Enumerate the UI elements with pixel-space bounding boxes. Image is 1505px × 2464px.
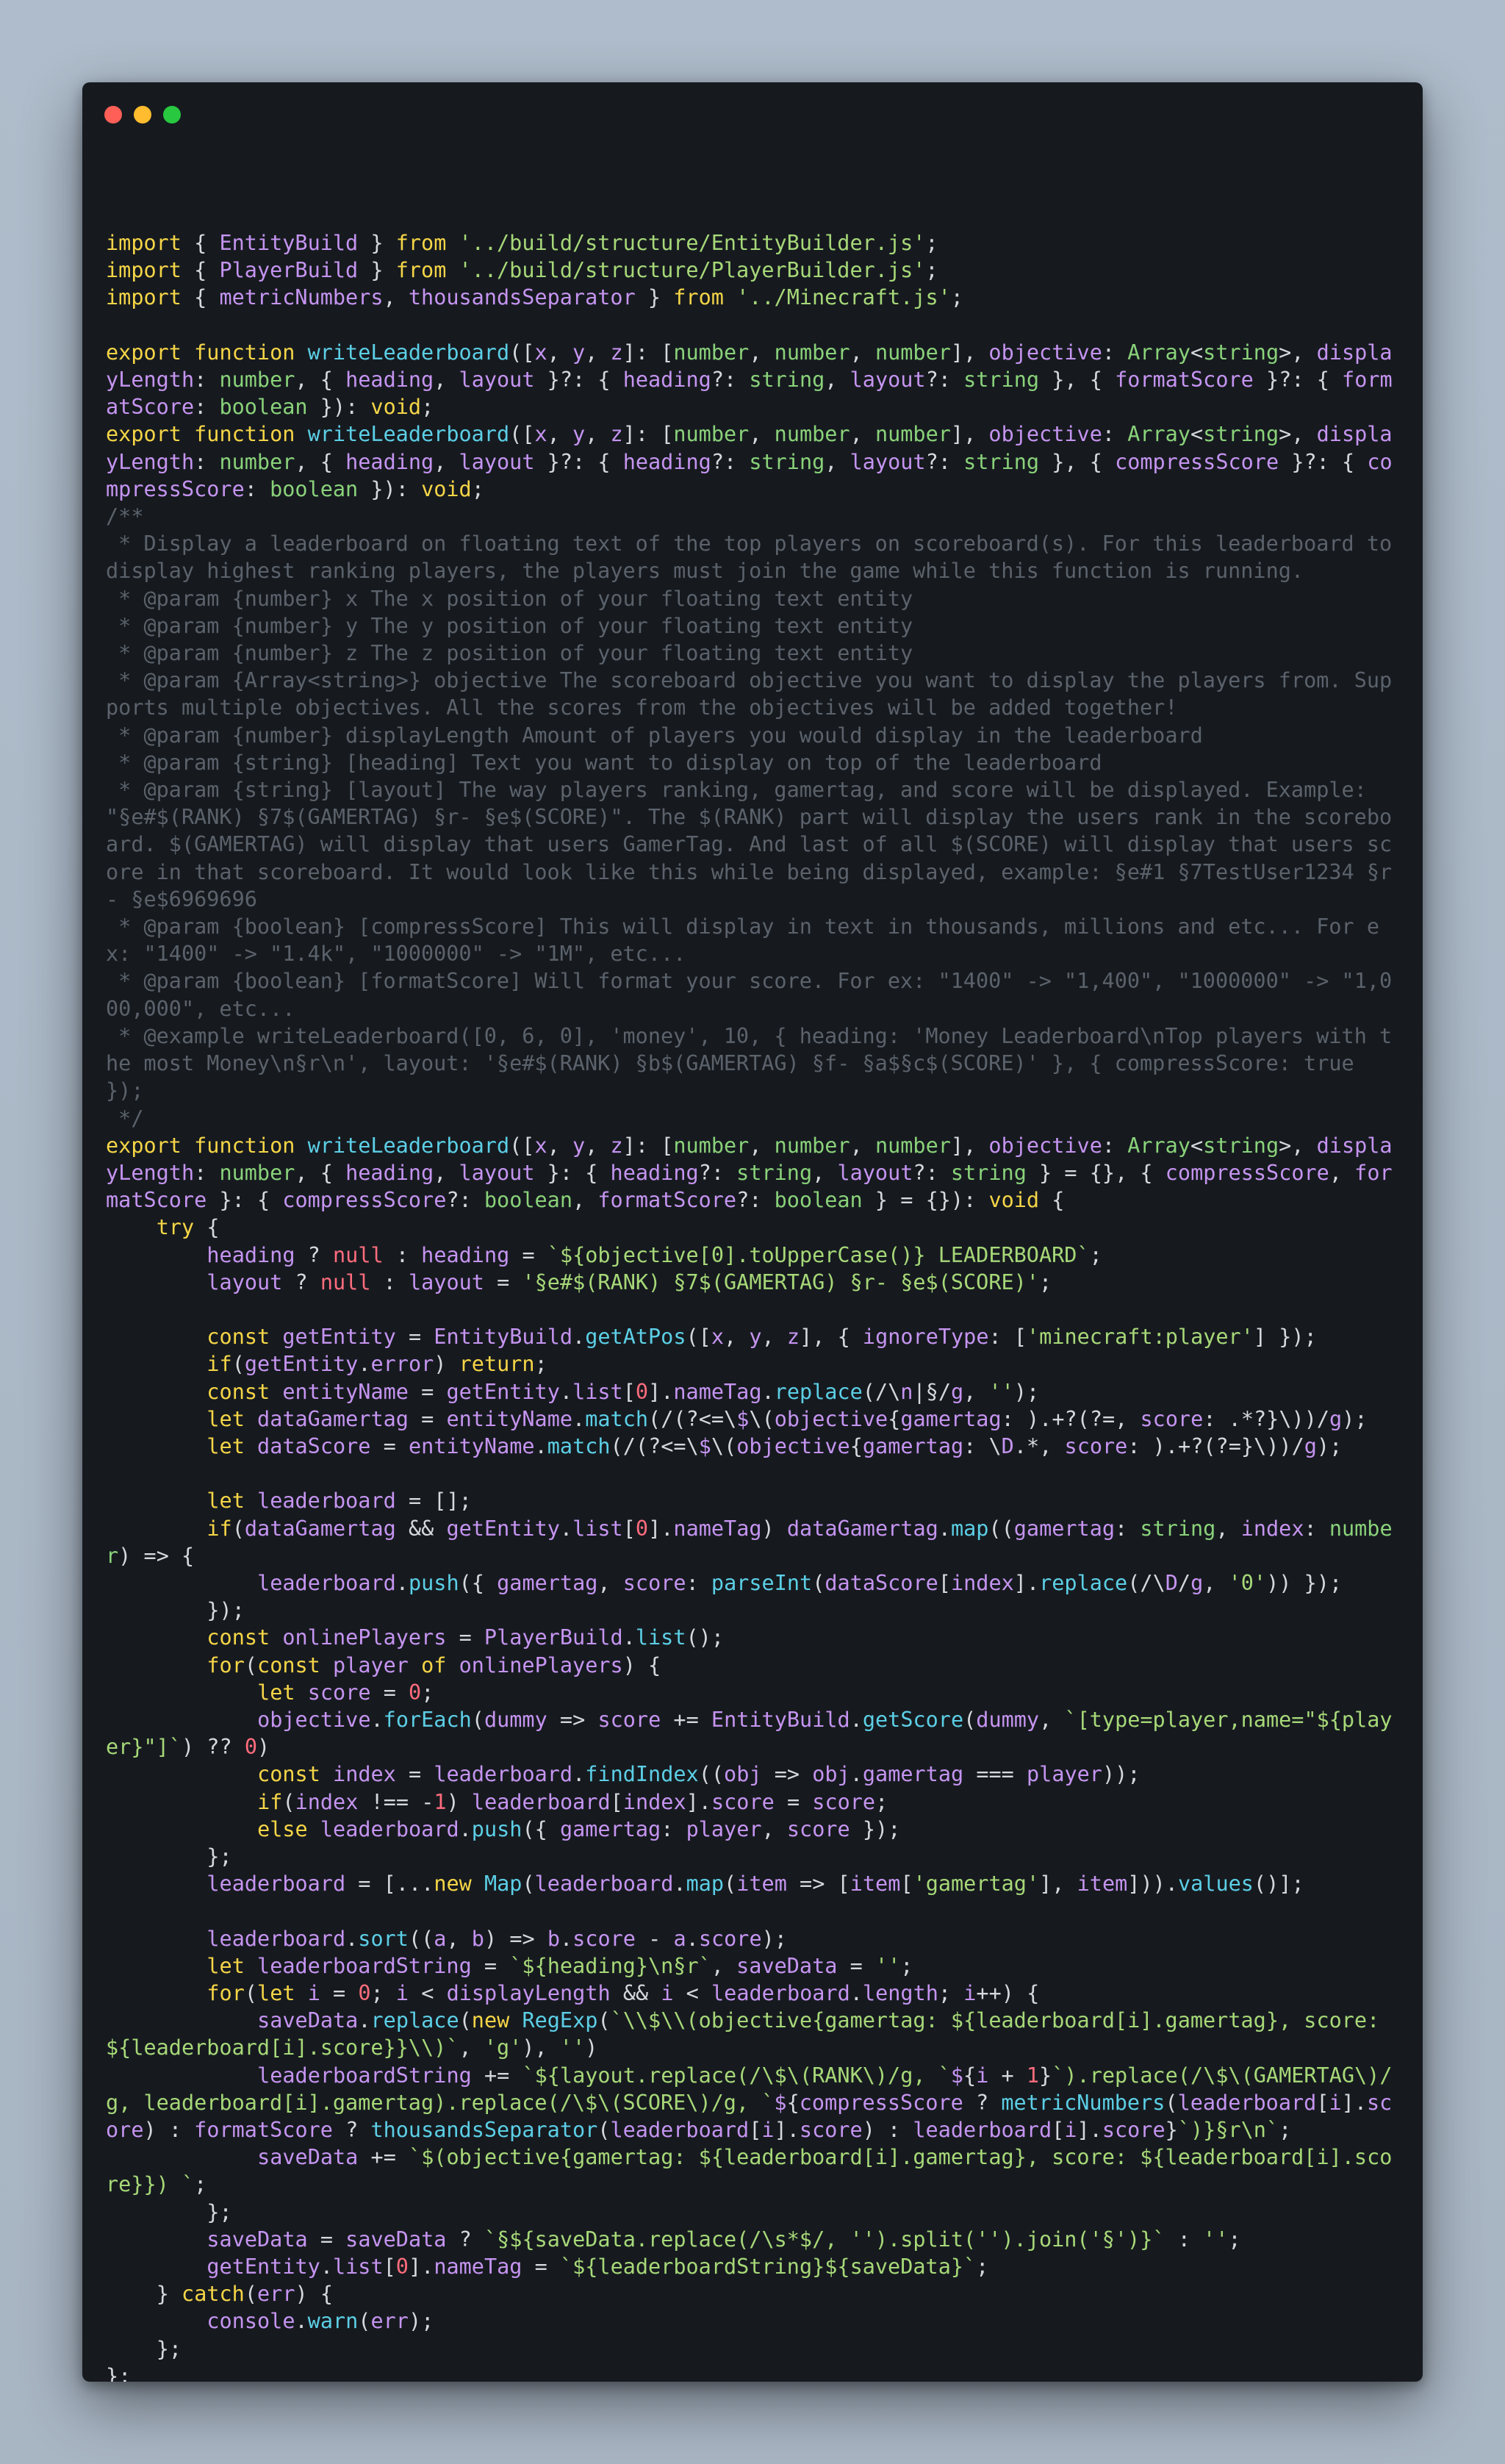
code-line: * @param {string} [layout] The way playe… <box>106 778 1393 912</box>
code-line: }; <box>106 2363 132 2382</box>
code-line: import { EntityBuild } from '../build/st… <box>106 231 938 255</box>
code-line: let dataGamertag = entityName.match(/(?<… <box>206 1406 1368 1431</box>
code-line: const index = leaderboard.findIndex((obj… <box>257 1762 1141 1787</box>
code-line: }; <box>206 2199 232 2224</box>
code-line: leaderboard.sort((a, b) => b.score - a.s… <box>206 1926 787 1951</box>
code-line: * @param {number} y The y position of yo… <box>106 613 913 638</box>
code-line: for(const player of onlinePlayers) { <box>206 1652 661 1677</box>
code-line: * @example writeLeaderboard([0, 6, 0], '… <box>106 1023 1393 1103</box>
code-line: * @param {string} [heading] Text you wan… <box>106 750 1102 775</box>
code-line: if(getEntity.error) return; <box>206 1352 547 1377</box>
code-line: leaderboard = [...new Map(leaderboard.ma… <box>206 1872 1304 1897</box>
code-line: const onlinePlayers = PlayerBuild.list()… <box>206 1625 724 1650</box>
code-line: getEntity.list[0].nameTag = `${leaderboa… <box>206 2255 989 2279</box>
code-line: try { <box>156 1215 220 1240</box>
code-line: else leaderboard.push({ gamertag: player… <box>257 1816 901 1841</box>
code-line: for(let i = 0; i < displayLength && i < … <box>206 1981 1040 2005</box>
code-line: }); <box>206 1598 245 1623</box>
code-line: heading ? null : heading = `${objective[… <box>206 1242 1102 1267</box>
code-line: * @param {number} z The z position of yo… <box>106 641 913 666</box>
code-line: import { PlayerBuild } from '../build/st… <box>106 258 938 283</box>
code-line: * @param {Array<string>} objective The s… <box>106 668 1393 720</box>
code-line: } catch(err) { <box>156 2282 333 2307</box>
code-line: saveData.replace(new RegExp(`\\$\\(objec… <box>106 2008 1393 2060</box>
code-line: objective.forEach(dummy => score += Enti… <box>106 1707 1393 1760</box>
code-line: * Display a leaderboard on floating text… <box>106 531 1405 584</box>
code-line: leaderboardString += `${layout.replace(/… <box>106 2063 1393 2143</box>
code-line: export function writeLeaderboard([x, y, … <box>106 422 1393 501</box>
code-line: }; <box>156 2336 182 2361</box>
code-line: */ <box>106 1106 144 1131</box>
code-line: /** <box>106 504 144 529</box>
code-line: export function writeLeaderboard([x, y, … <box>106 1133 1393 1213</box>
code-window: import { EntityBuild } from '../build/st… <box>82 82 1423 2382</box>
code-line: let leaderboard = []; <box>206 1489 472 1514</box>
code-line: const entityName = getEntity.list[0].nam… <box>206 1379 1040 1404</box>
code-line: * @param {boolean} [compressScore] This … <box>106 914 1380 967</box>
code-line: let dataScore = entityName.match(/(?<=\$… <box>206 1433 1343 1458</box>
code-line: saveData = saveData ? `§${saveData.repla… <box>206 2227 1241 2252</box>
code-line: * @param {number} x The x position of yo… <box>106 586 913 611</box>
maximize-window-button[interactable] <box>163 106 181 123</box>
code-line: const getEntity = EntityBuild.getAtPos([… <box>206 1325 1317 1350</box>
code-line: if(dataGamertag && getEntity.list[0].nam… <box>106 1516 1393 1568</box>
code-line: saveData += `$(objective{gamertag: ${lea… <box>106 2145 1393 2197</box>
code-line: let leaderboardString = `${heading}\n§r`… <box>206 1953 913 1978</box>
code-line: * @param {number} displayLength Amount o… <box>106 723 1203 748</box>
window-titlebar <box>82 82 1423 141</box>
code-line: * @param {boolean} [formatScore] Will fo… <box>106 969 1393 1021</box>
code-line: leaderboard.push({ gamertag, score: pars… <box>257 1570 1343 1595</box>
code-line: if(index !== -1) leaderboard[index].scor… <box>257 1789 888 1814</box>
code-line: }; <box>206 1844 232 1869</box>
code-line: export function writeLeaderboard([x, y, … <box>106 340 1393 420</box>
close-window-button[interactable] <box>104 106 122 123</box>
minimize-window-button[interactable] <box>134 106 151 123</box>
code-line: let score = 0; <box>257 1680 434 1705</box>
code-line: layout ? null : layout = '§e#$(RANK) §7$… <box>206 1269 1052 1294</box>
code-line: console.warn(err); <box>206 2309 434 2334</box>
code-line: import { metricNumbers, thousandsSeparat… <box>106 285 963 310</box>
code-block: import { EntityBuild } from '../build/st… <box>106 229 1393 2382</box>
